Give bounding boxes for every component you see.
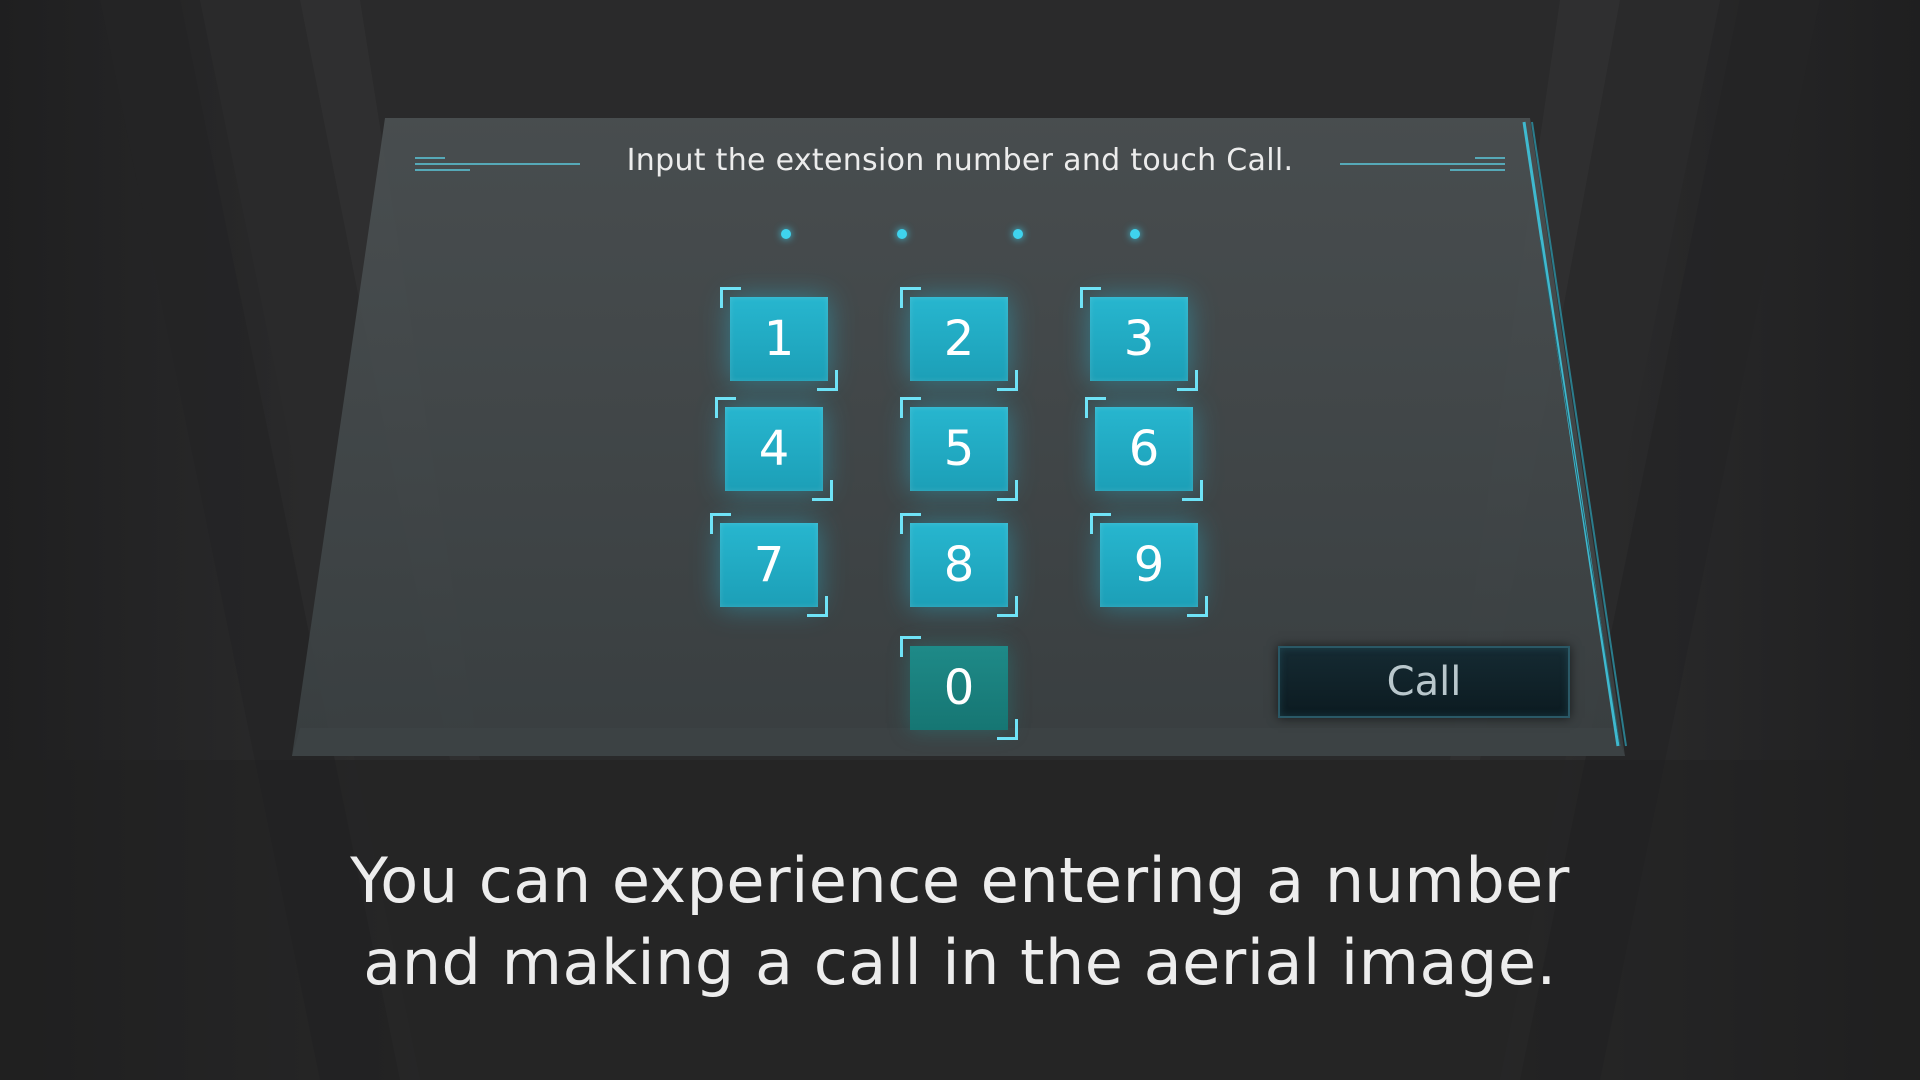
pin-dot bbox=[1013, 229, 1023, 239]
key-6[interactable]: 6 bbox=[1085, 397, 1203, 501]
key-label: 9 bbox=[1133, 537, 1165, 593]
key-3[interactable]: 3 bbox=[1080, 287, 1198, 391]
key-7[interactable]: 7 bbox=[710, 513, 828, 617]
call-button-label: Call bbox=[1386, 659, 1462, 705]
key-label: 4 bbox=[758, 421, 790, 477]
key-8[interactable]: 8 bbox=[900, 513, 1018, 617]
key-0[interactable]: 0 bbox=[900, 636, 1018, 740]
pin-dot bbox=[781, 229, 791, 239]
key-label: 6 bbox=[1128, 421, 1160, 477]
key-label: 2 bbox=[943, 311, 975, 367]
key-label: 8 bbox=[943, 537, 975, 593]
caption: You can experience entering a number and… bbox=[200, 840, 1720, 1004]
pin-dot bbox=[1130, 229, 1140, 239]
caption-line: and making a call in the aerial image. bbox=[363, 926, 1557, 999]
key-5[interactable]: 5 bbox=[900, 397, 1018, 501]
key-label: 1 bbox=[763, 311, 795, 367]
instruction-text: Input the extension number and touch Cal… bbox=[626, 143, 1294, 178]
key-1[interactable]: 1 bbox=[720, 287, 838, 391]
key-9[interactable]: 9 bbox=[1090, 513, 1208, 617]
key-2[interactable]: 2 bbox=[900, 287, 1018, 391]
key-label: 0 bbox=[943, 660, 975, 716]
key-4[interactable]: 4 bbox=[715, 397, 833, 501]
stage: Input the extension number and touch Cal… bbox=[0, 0, 1920, 1080]
key-label: 7 bbox=[753, 537, 785, 593]
call-button[interactable]: Call bbox=[1278, 646, 1570, 718]
pin-dot bbox=[897, 229, 907, 239]
key-label: 5 bbox=[943, 421, 975, 477]
key-label: 3 bbox=[1123, 311, 1155, 367]
caption-line: You can experience entering a number bbox=[350, 844, 1570, 917]
